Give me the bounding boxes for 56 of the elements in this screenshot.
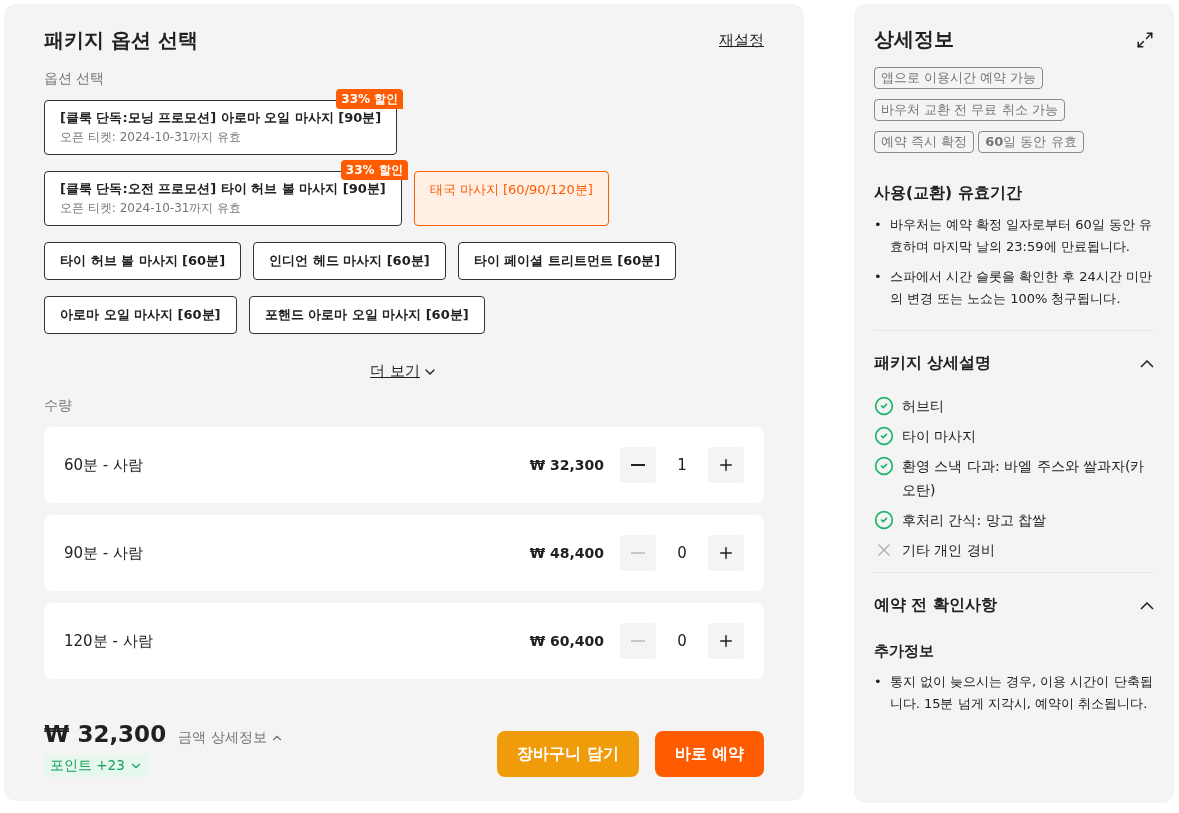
minus-icon <box>631 464 645 466</box>
ticket-name: 120분 - 사람 <box>64 631 154 651</box>
feature-tag: 앱으로 이용시간 예약 가능 <box>874 67 1044 89</box>
feature-tag: 바우처 교환 전 무료 취소 가능 <box>874 99 1065 121</box>
bullet-mark: • <box>874 268 882 286</box>
discount-badge: 33% 할인 <box>336 89 404 109</box>
package-toggle[interactable]: 패키지 상세설명 <box>874 353 1154 374</box>
increase-button[interactable] <box>708 447 744 483</box>
options-label: 옵션 선택 <box>44 70 106 88</box>
validity-text: 바우처는 예약 확정 일자로부터 60일 동안 유효하며 마지막 날의 23:59에 만료됩니다. <box>889 216 1153 256</box>
ticket-price: ₩ 48,400 <box>529 545 604 561</box>
option-chip[interactable]: 아로마 오일 마사지 [60분] <box>44 296 237 334</box>
ticket-name: 90분 - 사람 <box>64 543 145 563</box>
bullet-mark: • <box>874 216 882 234</box>
quantity-count: 0 <box>676 544 688 562</box>
minus-icon <box>631 552 645 554</box>
quantity-count: 1 <box>676 456 688 474</box>
package-item: 환영 스낵 다과: 바엘 주스와 쌀과자(카오탄) <box>902 457 1146 500</box>
section-title: 패키지 옵션 선택 <box>44 26 198 54</box>
ticket-price: ₩ 32,300 <box>529 457 604 473</box>
quantity-label: 수량 <box>44 397 73 415</box>
option-chip[interactable]: 타이 허브 볼 마사지 [60분] <box>44 242 242 280</box>
validity-title: 사용(교환) 유효기간 <box>874 183 1023 204</box>
increase-button[interactable] <box>708 535 744 571</box>
option-chip[interactable]: 타이 페이셜 트리트먼트 [60분] <box>457 242 677 280</box>
validity-text: 스파에서 시간 슬롯을 확인한 후 24시간 미만의 변경 또는 노쇼는 100% 청구됩니다. <box>889 268 1153 308</box>
chevron-up-icon <box>1140 601 1154 610</box>
total-price: ₩ 32,300 <box>44 721 167 747</box>
option-chip[interactable]: 인디언 헤드 마사지 [60분] <box>253 242 446 280</box>
detail-title: 상세정보 <box>874 26 954 53</box>
bullet-mark: • <box>874 673 882 691</box>
feature-tag: 예약 즉시 확정 <box>874 131 975 153</box>
chevron-up-icon <box>1140 359 1154 368</box>
discount-badge: 33% 할인 <box>340 160 408 180</box>
decrease-button[interactable] <box>620 447 656 483</box>
option-chip[interactable]: 포핸드 아로마 오일 마사지 [60분] <box>248 296 485 334</box>
notice-text: 통지 없이 늦으시는 경우, 이용 시간이 단축됩니다. 15분 넘게 지각시, 예약이 취소됩니다. <box>889 673 1154 713</box>
package-item: 기타 개인 경비 <box>902 541 995 560</box>
quantity-count: 0 <box>676 632 688 650</box>
package-item: 후처리 간식: 망고 찹쌀 <box>902 511 1047 530</box>
package-item: 타이 마사지 <box>902 427 977 446</box>
more-button[interactable]: 더 보기 <box>370 362 438 381</box>
plus-icon <box>717 544 735 562</box>
ticket-name: 60분 - 사람 <box>64 455 145 475</box>
package-item: 허브티 <box>902 397 944 416</box>
notice-toggle[interactable]: 예약 전 확인사항 <box>874 595 1154 616</box>
minus-icon <box>631 640 645 642</box>
plus-icon <box>717 632 735 650</box>
plus-icon <box>717 456 735 474</box>
expand-icon[interactable] <box>1136 30 1154 49</box>
notice-subtitle: 추가정보 <box>874 642 935 661</box>
feature-tag: 60일 동안 유효 <box>978 131 1084 153</box>
reset-link[interactable]: 재설정 <box>719 30 764 50</box>
ticket-price: ₩ 60,400 <box>529 633 604 649</box>
price-detail-button[interactable]: 금액 상세정보 <box>178 729 284 747</box>
increase-button[interactable] <box>708 623 744 659</box>
